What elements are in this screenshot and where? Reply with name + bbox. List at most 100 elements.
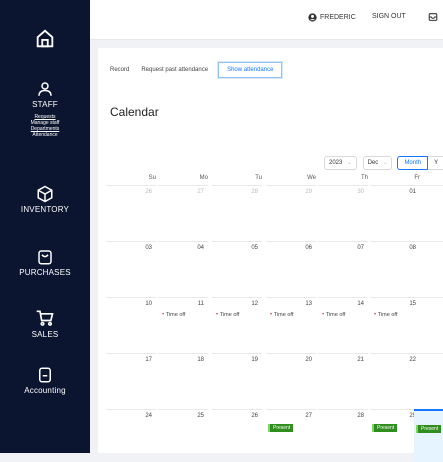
weekday-header: We xyxy=(307,175,316,181)
weekday-header: Th xyxy=(360,175,368,181)
mode-month-button[interactable]: Month xyxy=(397,156,429,170)
sign-out-label: SIGN OUT xyxy=(372,13,406,20)
day-number: 04 xyxy=(197,245,204,251)
nav-staff-label: STAFF xyxy=(32,100,58,109)
month-select[interactable]: Dec ⌄ xyxy=(362,156,393,170)
calendar-day-cell[interactable]: 01 xyxy=(370,185,420,238)
tab-show-attendance[interactable]: Show attendance xyxy=(218,62,283,78)
calendar-day-cell[interactable]: 15 • Time off xyxy=(370,297,420,350)
calendar-day-cell[interactable]: 04 xyxy=(158,241,208,294)
cube-icon xyxy=(37,185,53,203)
calendar-day-cell[interactable] xyxy=(414,185,443,238)
calendar-day-cell[interactable]: 12 • Time off xyxy=(212,297,262,350)
calendar-day-cell[interactable]: 14 • Time off xyxy=(318,297,368,350)
day-number: 27 xyxy=(305,413,312,419)
year-select[interactable]: 2023 ⌄ xyxy=(324,156,357,170)
calendar-controls: 2023 ⌄ Dec ⌄ Month Y xyxy=(324,156,443,170)
day-number: 26 xyxy=(251,413,258,419)
time-off-event: • Time off xyxy=(270,312,294,318)
day-number: 27 xyxy=(197,189,204,195)
calendar-day-cell[interactable]: 08 xyxy=(370,241,420,294)
calendar-day-cell[interactable]: Present xyxy=(414,409,443,462)
cart-icon xyxy=(36,310,54,326)
status-dot-icon: • xyxy=(162,312,166,318)
user-menu[interactable]: FREDERIC xyxy=(308,13,356,22)
sign-out-button[interactable]: SIGN OUT xyxy=(372,13,406,20)
calendar-day-cell[interactable]: 28 xyxy=(212,185,262,238)
weekday-header: Su xyxy=(148,175,156,181)
calendar-day-cell[interactable]: 27 Present xyxy=(266,409,316,462)
calendar-day-cell[interactable]: 21 xyxy=(318,353,368,406)
calendar-day-cell[interactable]: 25 xyxy=(158,409,208,462)
calendar-day-cell[interactable]: 29 xyxy=(266,185,316,238)
attendance-tabs: Record Request past attendance Show atte… xyxy=(98,62,283,78)
user-name: FREDERIC xyxy=(320,14,356,21)
calendar-day-cell[interactable]: 30 xyxy=(318,185,368,238)
weekday-header: Mo xyxy=(199,175,208,181)
day-number: 06 xyxy=(305,245,312,251)
day-number: 18 xyxy=(197,357,204,363)
tab-request-past-attendance[interactable]: Request past attendance xyxy=(141,62,208,78)
calendar-day-cell[interactable]: 26 xyxy=(212,409,262,462)
calendar-day-cell[interactable]: 28 xyxy=(318,409,368,462)
nav-staff[interactable]: STAFF Requests Manage staff Departments … xyxy=(0,80,90,138)
calendar-day-cell[interactable]: 19 xyxy=(212,353,262,406)
staff-link-attendance[interactable]: Attendance xyxy=(0,132,90,138)
day-number: 25 xyxy=(197,413,204,419)
inbox-button[interactable] xyxy=(428,12,438,22)
day-number: 24 xyxy=(145,413,152,419)
calendar-day-cell[interactable]: 17 xyxy=(106,353,156,406)
calendar-day-cell[interactable]: 11 • Time off xyxy=(158,297,208,350)
calendar-day-cell[interactable]: 18 xyxy=(158,353,208,406)
present-badge: Present xyxy=(268,424,294,432)
home-button[interactable] xyxy=(0,28,90,50)
day-number: 03 xyxy=(145,245,152,251)
day-number: 12 xyxy=(251,301,258,307)
day-number: 21 xyxy=(357,357,364,363)
year-value: 2023 xyxy=(329,160,343,166)
month-value: Dec xyxy=(367,160,379,166)
day-number: 05 xyxy=(251,245,258,251)
calendar-day-cell[interactable]: 27 xyxy=(158,185,208,238)
staff-sublinks: Requests Manage staff Departments Attend… xyxy=(0,114,90,138)
calendar-day-cell[interactable] xyxy=(414,353,443,406)
nav-purchases-label: PURCHASES xyxy=(19,268,71,277)
calendar-day-cell[interactable]: 20 xyxy=(266,353,316,406)
document-icon xyxy=(39,367,51,383)
calendar-day-cell[interactable] xyxy=(414,241,443,294)
day-number: 14 xyxy=(357,301,364,307)
nav-accounting[interactable]: Accounting xyxy=(0,366,90,395)
calendar-day-cell[interactable]: 13 • Time off xyxy=(266,297,316,350)
nav-accounting-label: Accounting xyxy=(24,386,66,395)
calendar-day-cell[interactable] xyxy=(414,297,443,350)
calendar-day-cell[interactable]: 10 xyxy=(106,297,156,350)
tab-record[interactable]: Record xyxy=(110,62,129,78)
calendar-day-cell[interactable]: 22 xyxy=(370,353,420,406)
calendar-day-cell[interactable]: 03 xyxy=(106,241,156,294)
calendar-day-cell[interactable]: 07 xyxy=(318,241,368,294)
time-off-event: • Time off xyxy=(162,312,186,318)
top-bar: FREDERIC SIGN OUT xyxy=(90,0,443,40)
day-number: 20 xyxy=(305,357,312,363)
calendar-day-cell[interactable]: 26 xyxy=(106,185,156,238)
status-dot-icon: • xyxy=(270,312,274,318)
inbox-icon xyxy=(428,13,438,21)
calendar-day-cell[interactable]: 05 xyxy=(212,241,262,294)
calendar-day-cell[interactable]: 29 Present xyxy=(370,409,420,462)
sidebar: STAFF Requests Manage staff Departments … xyxy=(0,0,90,453)
day-number: 13 xyxy=(305,301,312,307)
calendar-day-cell[interactable]: 24 xyxy=(106,409,156,462)
nav-inventory[interactable]: INVENTORY xyxy=(0,185,90,214)
mode-year-button[interactable]: Y xyxy=(428,156,443,170)
home-icon xyxy=(36,29,54,48)
weekday-header: Tu xyxy=(255,175,262,181)
day-number: 11 xyxy=(197,301,204,307)
calendar-day-cell[interactable]: 06 xyxy=(266,241,316,294)
time-off-event: • Time off xyxy=(322,312,346,318)
status-dot-icon: • xyxy=(216,312,220,318)
nav-sales[interactable]: SALES xyxy=(0,308,90,339)
nav-purchases[interactable]: PURCHASES xyxy=(0,248,90,277)
time-off-event: • Time off xyxy=(374,312,398,318)
main-content: Record Request past attendance Show atte… xyxy=(98,48,443,462)
day-number: 28 xyxy=(357,413,364,419)
